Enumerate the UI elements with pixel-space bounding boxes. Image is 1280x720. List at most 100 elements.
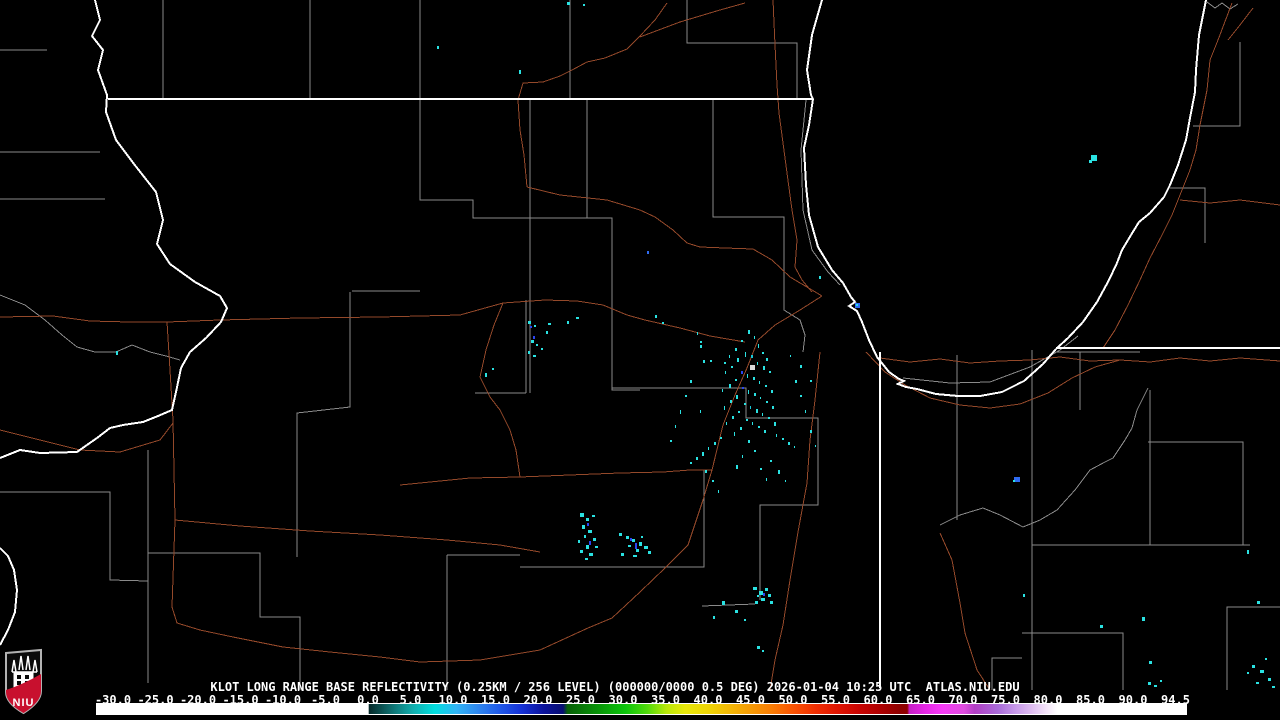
county-line bbox=[612, 387, 819, 600]
radar-echo bbox=[748, 330, 750, 334]
radar-echo bbox=[696, 457, 698, 460]
radar-echo bbox=[639, 542, 642, 546]
radar-echo bbox=[734, 432, 735, 436]
radar-echo bbox=[528, 351, 530, 354]
radar-echo bbox=[722, 601, 725, 605]
radar-echo bbox=[757, 362, 758, 365]
radar-map-canvas[interactable] bbox=[0, 0, 1280, 720]
radar-echo bbox=[762, 650, 764, 652]
radar-echo bbox=[1013, 480, 1015, 482]
radar-echo bbox=[742, 387, 744, 389]
highway bbox=[174, 519, 541, 553]
radar-echo bbox=[586, 518, 589, 521]
radar-echo bbox=[492, 368, 494, 370]
radar-echo bbox=[626, 536, 629, 539]
highway bbox=[1227, 7, 1254, 41]
radar-echo bbox=[712, 480, 714, 482]
county-line bbox=[148, 552, 301, 690]
highway bbox=[1179, 199, 1280, 206]
radar-echo bbox=[519, 70, 521, 74]
radar-echo bbox=[751, 355, 753, 358]
radar-echo bbox=[585, 558, 588, 560]
radar-echo bbox=[760, 468, 762, 470]
radar-echo bbox=[580, 550, 583, 553]
radar-echo bbox=[805, 410, 806, 413]
radar-echo bbox=[710, 360, 712, 362]
radar-echo bbox=[737, 358, 739, 362]
radar-echo bbox=[795, 380, 797, 383]
radar-echo bbox=[753, 377, 755, 380]
radar-echo bbox=[703, 360, 705, 363]
radar-echo bbox=[644, 546, 648, 549]
radar-echo bbox=[748, 440, 750, 443]
radar-echo bbox=[750, 406, 751, 409]
radar-echo bbox=[744, 619, 746, 621]
radar-echo bbox=[759, 591, 763, 595]
radar-echo bbox=[759, 381, 760, 384]
county-line bbox=[701, 603, 756, 607]
county-line bbox=[0, 491, 149, 582]
county-line bbox=[1170, 187, 1206, 243]
county-line bbox=[520, 470, 705, 568]
rock-river bbox=[0, 294, 181, 361]
radar-echo bbox=[766, 401, 768, 403]
radar-echo bbox=[736, 465, 738, 469]
product-title: KLOT LONG RANGE BASE REFLECTIVITY (0.25K… bbox=[210, 680, 1020, 694]
mississippi-river-south bbox=[0, 547, 19, 646]
radar-echo bbox=[776, 434, 777, 437]
highway bbox=[479, 302, 521, 478]
radar-echo bbox=[770, 601, 773, 604]
radar-echo bbox=[765, 385, 767, 387]
radar-echo bbox=[765, 588, 768, 591]
radar-echo bbox=[1160, 680, 1162, 682]
radar-echo bbox=[732, 416, 734, 419]
radar-echo bbox=[647, 251, 649, 254]
radar-echo bbox=[748, 390, 749, 394]
radar-echo bbox=[745, 352, 746, 357]
radar-echo bbox=[1257, 601, 1260, 604]
radar-echo bbox=[741, 371, 743, 374]
radar-echo bbox=[754, 336, 755, 339]
radar-echo bbox=[1252, 665, 1255, 668]
lake-michigan-east-shore bbox=[1055, 0, 1207, 350]
radar-echo bbox=[593, 538, 596, 541]
radar-echo bbox=[738, 411, 740, 413]
radar-echo bbox=[632, 539, 635, 542]
radar-echo bbox=[762, 352, 764, 354]
radar-echo bbox=[702, 452, 704, 456]
radar-echo bbox=[758, 344, 759, 348]
radar-echo bbox=[116, 351, 118, 355]
radar-echo bbox=[630, 538, 632, 541]
radar-echo bbox=[736, 395, 738, 399]
radar-echo bbox=[714, 442, 716, 445]
radar-echo bbox=[1256, 682, 1259, 684]
radar-echo bbox=[586, 545, 589, 549]
radar-echo bbox=[713, 616, 715, 619]
radar-echo bbox=[582, 525, 585, 529]
radar-echo bbox=[800, 395, 802, 397]
radar-echo bbox=[1260, 670, 1264, 673]
radar-echo bbox=[819, 276, 821, 279]
radar-echo bbox=[729, 355, 730, 358]
radar-echo bbox=[752, 422, 753, 425]
radar-echo bbox=[1023, 594, 1025, 597]
radar-echo bbox=[635, 543, 637, 549]
radar-echo bbox=[641, 536, 643, 538]
lakefront-county-line bbox=[902, 335, 1079, 384]
radar-echo bbox=[782, 438, 784, 440]
radar-echo bbox=[589, 553, 593, 556]
radar-echo bbox=[700, 341, 702, 343]
radar-echo bbox=[700, 345, 702, 348]
radar-echo bbox=[1154, 685, 1157, 687]
radar-echo bbox=[763, 366, 765, 370]
radar-echo bbox=[724, 362, 726, 364]
radar-echo bbox=[670, 440, 672, 442]
radar-echo bbox=[583, 4, 585, 6]
radar-echo bbox=[648, 551, 651, 554]
radar-echo bbox=[534, 325, 536, 327]
niu-logo: NIU bbox=[5, 648, 42, 715]
radar-echo bbox=[729, 384, 731, 388]
radar-echo bbox=[774, 422, 776, 426]
kankakee-river bbox=[939, 387, 1149, 528]
radar-echo bbox=[567, 2, 570, 5]
